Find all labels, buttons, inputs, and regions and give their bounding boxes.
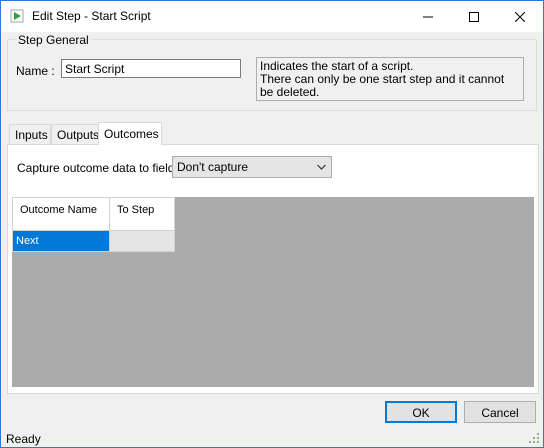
step-general-legend: Step General [16, 33, 91, 47]
capture-select[interactable]: Don't capture [172, 156, 332, 178]
ok-button[interactable]: OK [385, 401, 457, 423]
maximize-icon [469, 11, 479, 22]
table-row[interactable]: Next [12, 230, 175, 252]
name-label: Name : [16, 64, 55, 78]
capture-select-value: Don't capture [177, 160, 248, 174]
minimize-button[interactable] [405, 1, 451, 32]
capture-label: Capture outcome data to field? [17, 161, 182, 175]
step-general-group: Step General Name : Indicates the start … [7, 33, 537, 111]
close-button[interactable] [497, 1, 543, 32]
name-input[interactable] [61, 59, 241, 78]
title-bar[interactable]: Edit Step - Start Script [1, 1, 543, 32]
tab-inputs[interactable]: Inputs [9, 124, 51, 144]
status-text: Ready [6, 432, 41, 446]
outcomes-table: Outcome Name To Step Next [12, 197, 175, 252]
tab-outputs[interactable]: Outputs [51, 124, 99, 144]
window-title: Edit Step - Start Script [32, 9, 151, 23]
maximize-button[interactable] [451, 1, 497, 32]
close-icon [515, 11, 525, 22]
column-header-outcome-name[interactable]: Outcome Name [12, 197, 110, 231]
outcomes-panel: Capture outcome data to field? Don't cap… [7, 144, 539, 394]
chevron-down-icon [317, 164, 326, 170]
outcomes-grid[interactable]: Outcome Name To Step Next [12, 197, 534, 387]
resize-grip-icon[interactable] [528, 432, 540, 444]
edit-step-window: Edit Step - Start Script Step General Na… [0, 0, 544, 448]
cell-to-step[interactable] [109, 230, 175, 252]
column-header-to-step[interactable]: To Step [109, 197, 175, 231]
cell-outcome-name[interactable]: Next [12, 230, 110, 252]
tab-outcomes[interactable]: Outcomes [98, 122, 162, 145]
cancel-button[interactable]: Cancel [464, 401, 536, 423]
minimize-icon [423, 16, 433, 17]
step-description: Indicates the start of a script. There c… [256, 57, 524, 101]
status-bar: Ready [1, 428, 543, 447]
table-header-row: Outcome Name To Step [12, 197, 175, 231]
play-icon [10, 9, 24, 23]
